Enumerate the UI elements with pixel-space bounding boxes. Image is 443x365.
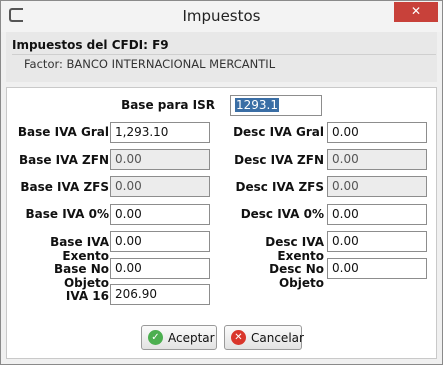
desc-no-objeto-input[interactable]: 0.00 [327,258,427,279]
desc-iva-zfn-label: Desc IVA ZFN [234,153,324,167]
x-circle-icon: ✕ [231,330,246,345]
iva-16-input[interactable]: 206.90 [110,284,210,305]
header-panel: Impuestos del CFDI: F9 Factor: BANCO INT… [6,32,437,82]
base-isr-input[interactable]: 1293.1 [230,95,322,116]
base-iva-0-label: Base IVA 0% [25,207,109,221]
base-no-objeto-label: Base No Objeto [54,262,109,290]
accept-button[interactable]: ✓ Aceptar [141,325,217,350]
base-iva-zfn-label: Base IVA ZFN [18,153,109,167]
desc-iva-gral-label: Desc IVA Gral [233,125,324,139]
desc-iva-0-label: Desc IVA 0% [240,207,324,221]
base-iva-zfs-label: Base IVA ZFS [20,180,109,194]
base-iva-exento-label: Base IVA Exento [50,235,109,263]
base-iva-0-input[interactable]: 0.00 [110,204,210,225]
desc-iva-exento-label: Desc IVA Exento [265,235,324,263]
title-bar[interactable]: Impuestos ✕ [1,1,442,32]
desc-iva-zfs-label: Desc IVA ZFS [235,180,324,194]
header-title: Impuestos del CFDI: F9 [12,38,169,52]
base-iva-zfn-input: 0.00 [110,149,210,170]
check-circle-icon: ✓ [148,330,163,345]
close-icon: ✕ [410,4,422,18]
dialog-window: Impuestos ✕ Impuestos del CFDI: F9 Facto… [0,0,443,365]
cancel-button[interactable]: ✕ Cancelar [224,325,304,350]
base-isr-value: 1293.1 [235,98,279,112]
window-title: Impuestos [182,7,261,25]
factor-label: Factor: BANCO INTERNACIONAL MERCANTIL [24,57,276,71]
desc-iva-exento-input[interactable]: 0.00 [327,231,427,252]
base-iva-zfs-input: 0.00 [110,176,210,197]
base-iva-gral-input[interactable]: 1,293.10 [110,122,210,143]
desc-iva-zfn-input: 0.00 [327,149,427,170]
iva-16-label: IVA 16 [65,289,109,303]
header-divider [12,54,436,55]
base-no-objeto-input[interactable]: 0.00 [110,258,210,279]
base-iva-gral-label: Base IVA Gral [17,125,109,139]
desc-no-objeto-label: Desc No Objeto [269,262,324,290]
base-isr-label: Base para ISR [121,98,215,112]
desc-iva-0-input[interactable]: 0.00 [327,204,427,225]
cancel-label: Cancelar [251,331,304,345]
desc-iva-gral-input[interactable]: 0.00 [327,122,427,143]
desc-iva-zfs-input: 0.00 [327,176,427,197]
close-button[interactable]: ✕ [394,2,438,22]
base-iva-exento-input[interactable]: 0.00 [110,231,210,252]
form-panel: Base para ISR 1293.1 Base IVA Gral 1,293… [6,87,437,359]
accept-label: Aceptar [168,331,215,345]
